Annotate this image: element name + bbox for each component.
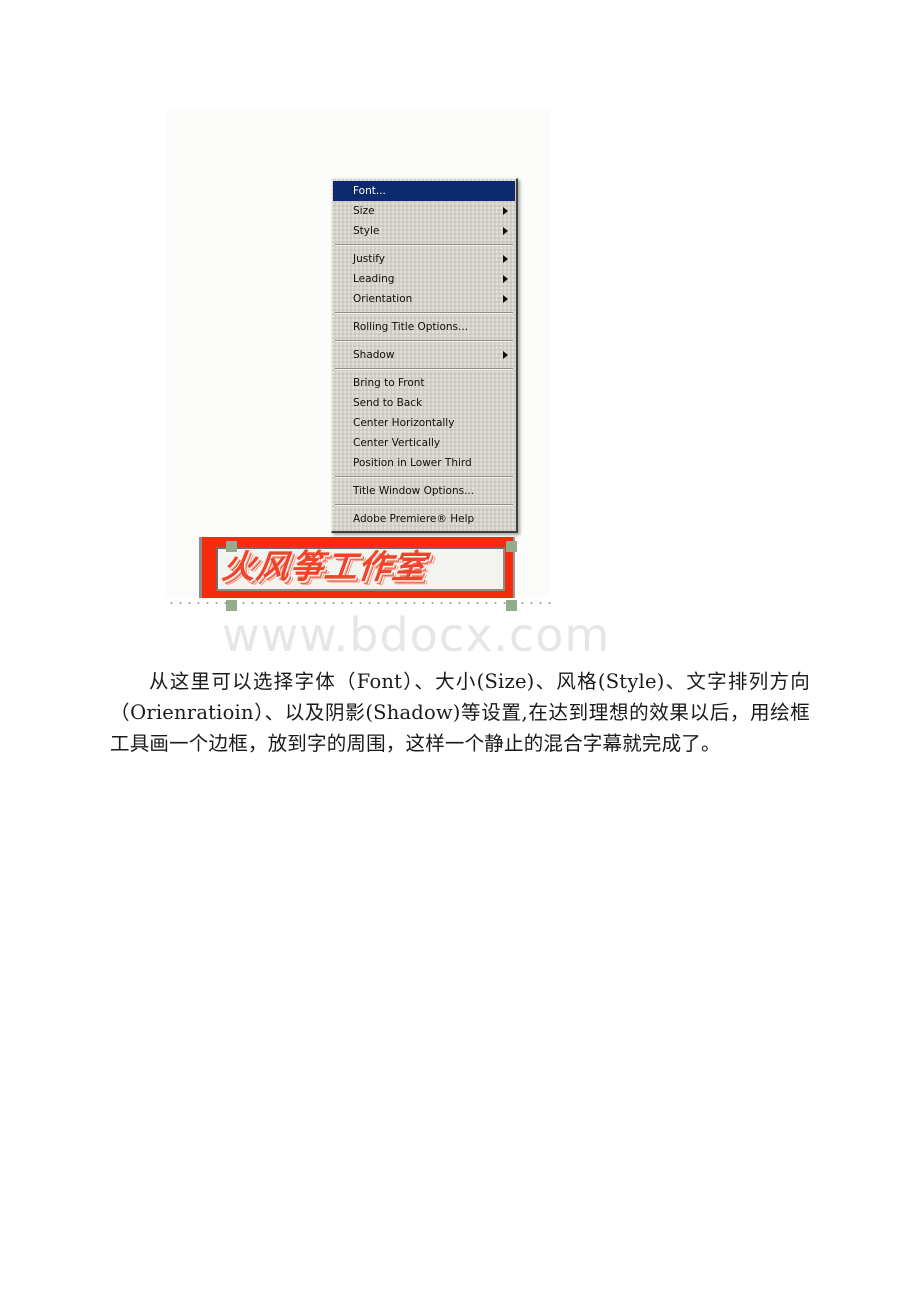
menu-item-size[interactable]: Size	[332, 201, 516, 221]
menu-item-label: Center Horizontally	[353, 417, 455, 429]
menu-separator	[335, 368, 513, 370]
menu-item-font[interactable]: Font...	[333, 181, 515, 201]
menu-item-label: Send to Back	[353, 397, 423, 409]
menu-separator	[335, 244, 513, 246]
figure-dotted-rule	[167, 602, 557, 604]
menu-item-title-window-options[interactable]: Title Window Options...	[332, 481, 516, 501]
menu-item-label: Font...	[353, 185, 386, 197]
submenu-arrow-icon	[503, 351, 508, 359]
submenu-arrow-icon	[503, 227, 508, 235]
title-context-menu[interactable]: Font... Size Style Justify Leading Orientatio…	[331, 178, 518, 533]
menu-separator	[335, 504, 513, 506]
menu-item-label: Title Window Options...	[353, 485, 475, 497]
menu-item-label: Size	[353, 205, 375, 217]
menu-item-label: Leading	[353, 273, 395, 285]
title-object[interactable]: 火风筝工作室	[199, 537, 515, 598]
submenu-arrow-icon	[503, 295, 508, 303]
menu-separator	[335, 476, 513, 478]
document-page: 火风筝工作室 Font... Size Style Justify Leading Ori…	[0, 0, 920, 1302]
menu-item-label: Bring to Front	[353, 377, 425, 389]
selection-handle-top-right[interactable]	[506, 541, 517, 552]
title-text-box[interactable]: 火风筝工作室	[216, 547, 505, 591]
submenu-arrow-icon	[503, 255, 508, 263]
menu-item-label: Adobe Premiere® Help	[353, 513, 475, 525]
submenu-arrow-icon	[503, 275, 508, 283]
submenu-arrow-icon	[503, 207, 508, 215]
menu-item-center-vertically[interactable]: Center Vertically	[332, 433, 516, 453]
menu-item-label: Orientation	[353, 293, 413, 305]
menu-item-label: Center Vertically	[353, 437, 441, 449]
menu-item-style[interactable]: Style	[332, 221, 516, 241]
menu-item-rolling-title-options[interactable]: Rolling Title Options...	[332, 317, 516, 337]
menu-item-position-in-lower-third[interactable]: Position in Lower Third	[332, 453, 516, 473]
menu-item-shadow[interactable]: Shadow	[332, 345, 516, 365]
menu-item-leading[interactable]: Leading	[332, 269, 516, 289]
body-paragraph: 从这里可以选择字体（Font）、大小(Size)、风格(Style)、文字排列方…	[110, 669, 810, 755]
menu-item-send-to-back[interactable]: Send to Back	[332, 393, 516, 413]
menu-item-label: Shadow	[353, 349, 395, 361]
menu-separator	[335, 312, 513, 314]
menu-separator	[335, 340, 513, 342]
page-watermark: www.bdocx.com	[222, 608, 611, 662]
menu-item-label: Rolling Title Options...	[353, 321, 469, 333]
menu-item-bring-to-front[interactable]: Bring to Front	[332, 373, 516, 393]
menu-item-adobe-premiere-help[interactable]: Adobe Premiere® Help	[332, 509, 516, 529]
menu-item-orientation[interactable]: Orientation	[332, 289, 516, 309]
menu-item-label: Justify	[353, 253, 385, 265]
menu-item-center-horizontally[interactable]: Center Horizontally	[332, 413, 516, 433]
menu-item-justify[interactable]: Justify	[332, 249, 516, 269]
menu-item-label: Position in Lower Third	[353, 457, 472, 469]
menu-item-label: Style	[353, 225, 380, 237]
selection-handle-top-left[interactable]	[226, 541, 237, 552]
title-graphic-text: 火风筝工作室	[220, 550, 428, 586]
